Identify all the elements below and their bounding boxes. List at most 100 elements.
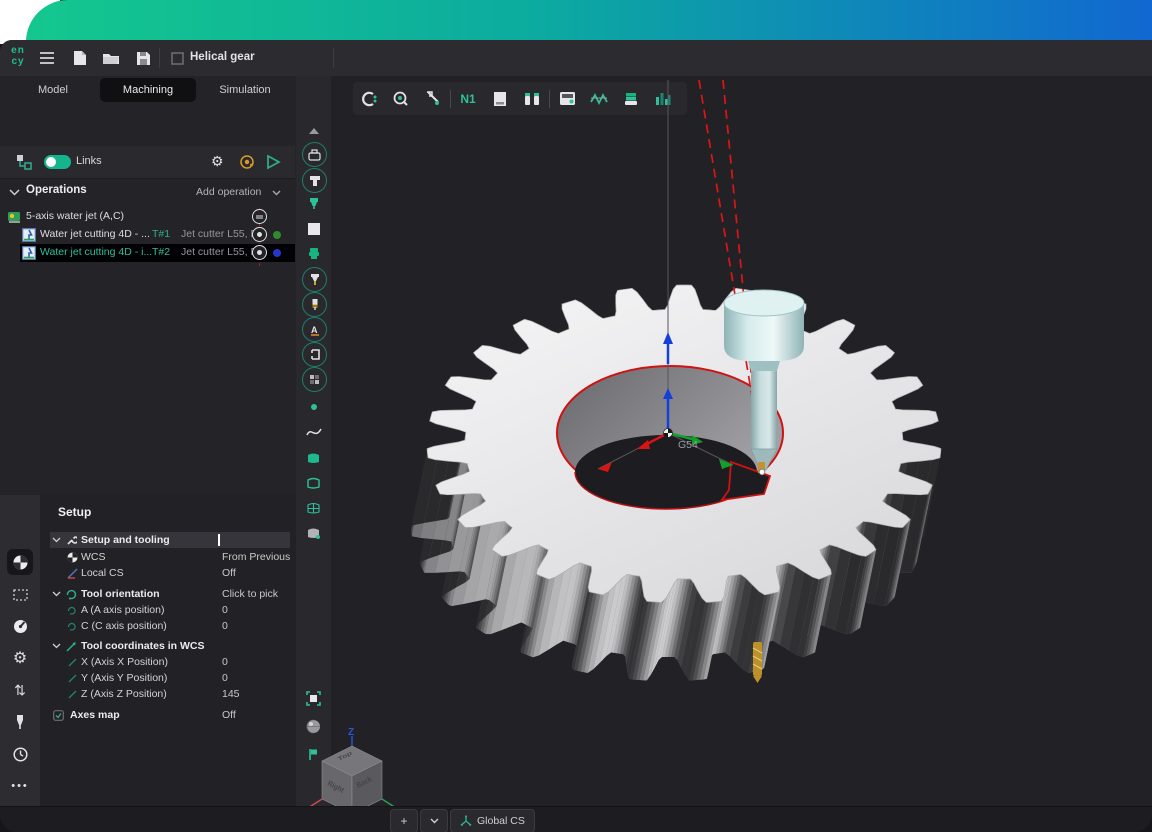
add-operation-button[interactable]: Add operation (196, 186, 261, 198)
setup-panel-title: Setup (58, 505, 91, 519)
setup-row-x[interactable]: X (Axis X Position)0 (40, 655, 296, 670)
setup-row-wcs[interactable]: WCSFrom Previous (40, 550, 296, 565)
links-graph-icon[interactable] (16, 154, 32, 175)
rail-bracket-icon[interactable] (302, 342, 327, 367)
control-panel-button[interactable] (551, 86, 583, 112)
open-file-button[interactable] (100, 47, 122, 69)
more-options-button[interactable]: ••• (7, 773, 33, 799)
statusbar: + Global CS (0, 806, 1152, 832)
caliper-button[interactable] (417, 86, 449, 112)
rail-workpiece-icon[interactable] (302, 217, 325, 240)
machining-time-button[interactable] (7, 741, 33, 767)
tab-model[interactable]: Model (6, 78, 100, 102)
document-panel-button[interactable] (484, 86, 516, 112)
tool-description: Jet cutter L55, D (181, 228, 258, 240)
rail-tool-holder-icon[interactable] (302, 168, 327, 193)
save-button[interactable] (132, 47, 154, 69)
add-cs-button[interactable]: + (390, 809, 418, 832)
layers-button[interactable] (615, 86, 647, 112)
probe-c-button[interactable] (353, 86, 385, 112)
operation-visibility-icon[interactable] (252, 227, 267, 242)
operation-state-icon[interactable] (252, 209, 267, 224)
setup-row-section[interactable]: Setup and tooling (40, 533, 296, 548)
wcs-quadrant-icon (13, 555, 28, 570)
simulation-target-icon[interactable] (239, 154, 255, 175)
setup-wcs-button[interactable] (7, 549, 33, 575)
operation-row-2-selected[interactable]: Water jet cutting 4D - i... T#2 Jet cutt… (0, 244, 295, 262)
operation-name: Water jet cutting 4D - i... (40, 246, 152, 258)
checkbox-icon (53, 710, 64, 721)
setup-row-tool-coords[interactable]: Tool coordinates in WCS (40, 639, 296, 654)
operations-title: Operations (26, 184, 87, 196)
tab-simulation[interactable]: Simulation (198, 78, 292, 102)
svg-text:A: A (311, 325, 318, 335)
operations-header: Operations Add operation (0, 180, 295, 204)
measure-gauge-button[interactable] (385, 86, 417, 112)
approach-return-button[interactable]: ⇅ (7, 677, 33, 703)
zoom-fit-button[interactable] (302, 687, 325, 710)
rail-point-icon[interactable] (302, 395, 325, 418)
rail-surface-outline-icon[interactable] (302, 471, 325, 494)
rail-fixture-a-icon[interactable]: A (302, 317, 327, 342)
rail-surface-filled-icon[interactable] (302, 446, 325, 469)
setup-row-local-cs[interactable]: Local CSOff (40, 566, 296, 581)
rotate-icon (66, 589, 77, 600)
graph-wave-button[interactable] (583, 86, 615, 112)
machining-settings-gear-icon[interactable]: ⚙ (211, 153, 224, 170)
run-play-icon[interactable] (266, 154, 281, 175)
clock-icon (13, 747, 28, 762)
rail-surface-grid-icon[interactable] (302, 496, 325, 519)
parameters-gear-button[interactable]: ⚙ (7, 645, 33, 671)
feeds-speeds-button[interactable] (7, 613, 33, 639)
setup-row-y[interactable]: Y (Axis Y Position)0 (40, 671, 296, 686)
statistics-bars-button[interactable] (647, 86, 679, 112)
rail-scroll-up-button[interactable] (302, 119, 325, 142)
logo-text-top: en (5, 45, 31, 56)
rail-fixture-green-icon[interactable] (302, 242, 325, 265)
operation-row-1[interactable]: Water jet cutting 4D - ... T#1 Jet cutte… (0, 226, 295, 244)
workpiece-button[interactable] (7, 581, 33, 607)
add-operation-caret-icon[interactable] (272, 190, 281, 196)
rail-curve-icon[interactable] (302, 420, 325, 443)
document-tab[interactable]: Helical gear (190, 51, 255, 63)
diagonal-arrow-mini-icon (68, 690, 77, 699)
rail-drill-icon[interactable] (302, 292, 327, 317)
operation-row-machine[interactable]: 5-axis water jet (A,C) (0, 208, 295, 226)
new-file-button[interactable] (69, 47, 91, 69)
setup-row-z[interactable]: Z (Axis Z Position)145 (40, 687, 296, 702)
global-cs-button[interactable]: Global CS (450, 809, 535, 832)
app-logo[interactable]: en cy (5, 45, 31, 71)
machine-icon (7, 209, 22, 224)
operation-name: Water jet cutting 4D - ... (40, 228, 150, 240)
rail-machine-icon[interactable] (302, 142, 327, 167)
operations-collapse-icon[interactable] (9, 189, 20, 196)
operation-status-dot-green (273, 231, 281, 239)
rail-jet-nozzle-icon[interactable] (302, 267, 327, 292)
operation-visibility-icon[interactable] (252, 245, 267, 260)
wcs-mini-icon (67, 552, 78, 563)
rail-tool-teal-icon[interactable] (302, 192, 325, 215)
diagonal-arrow-mini-icon (68, 674, 77, 683)
cs-dropdown-button[interactable] (420, 809, 448, 832)
viewport-3d[interactable] (331, 76, 1152, 832)
nc-program-button[interactable]: N1 (452, 86, 484, 112)
setup-row-tool-orientation[interactable]: Tool orientationClick to pick (40, 587, 296, 602)
tool-pair-button[interactable] (516, 86, 548, 112)
toolbar-separator (450, 90, 451, 108)
titlebar-separator (159, 48, 160, 68)
setup-row-c-axis[interactable]: C (C axis position)0 (40, 619, 296, 634)
main-menu-button[interactable] (36, 47, 58, 69)
document-square-icon (171, 52, 184, 65)
setup-row-a-axis[interactable]: A (A axis position)0 (40, 603, 296, 618)
tab-machining[interactable]: Machining (100, 78, 196, 102)
rail-mesh-icon[interactable] (302, 367, 327, 392)
viewport-toolbar: N1 (353, 82, 687, 115)
setup-row-axes-map[interactable]: Axes mapOff (40, 708, 296, 723)
scene-objects-rail: A (296, 76, 332, 832)
local-cs-icon (67, 568, 78, 579)
left-icon-rail: ⚙ ⇅ ••• (0, 495, 41, 832)
links-toggle[interactable] (44, 155, 71, 169)
tool-button[interactable] (7, 709, 33, 735)
titlebar: en cy Helical gear (0, 40, 1152, 77)
rail-surface-gray-icon[interactable] (302, 521, 325, 544)
